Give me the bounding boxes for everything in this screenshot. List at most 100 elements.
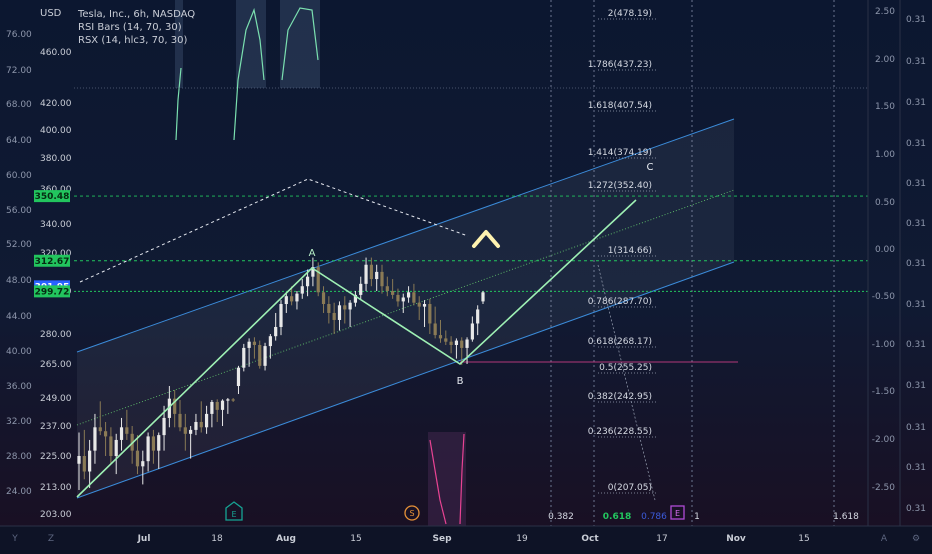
- oscillator-axis-tick: 2.00: [875, 55, 895, 65]
- time-axis-tick: Z: [48, 534, 54, 544]
- candle-body: [194, 421, 198, 430]
- candle-body: [444, 338, 448, 342]
- point-label-a: A: [309, 248, 316, 259]
- chart-root: 2(478.19) 1.786(437.23) 1.618(407.54) 1.414…: [0, 0, 932, 550]
- candle-body: [82, 456, 86, 472]
- fib-level-label: 1.272(352.40): [588, 181, 652, 191]
- candle-body: [77, 456, 81, 464]
- candle-body: [252, 341, 257, 345]
- time-fib-label: 1.618: [833, 512, 859, 522]
- price-axis-tick: 265.00: [40, 360, 72, 370]
- time-fib-label: 0.786: [641, 512, 667, 522]
- oscillator-axis-tick: -2.50: [872, 483, 896, 493]
- candle-body: [125, 427, 129, 434]
- fib-level-label: 0.618(268.17): [588, 337, 652, 347]
- oscillator-axis-tick: 0.31: [906, 300, 926, 310]
- axis-mode-gear: ⚙: [912, 534, 920, 544]
- oscillator-axis-tick: 0.31: [906, 139, 926, 149]
- earnings-marker-label: E: [231, 510, 236, 519]
- candle-body: [396, 294, 400, 302]
- price-axis-tick: 237.00: [40, 422, 72, 432]
- candle-body: [242, 347, 246, 368]
- candle-body: [220, 400, 225, 410]
- price-axis-tick: 460.00: [40, 48, 72, 58]
- oscillator-axis-tick: 0.31: [906, 57, 926, 67]
- candle-body: [284, 296, 288, 305]
- price-axis-tick: 225.00: [40, 452, 72, 462]
- candle-body: [135, 450, 140, 467]
- outer-axis-tick: 56.00: [6, 206, 32, 216]
- oscillator-axis-tick: 0.31: [906, 15, 926, 25]
- oscillator-axis-tick: 0.31: [906, 381, 926, 391]
- oscillator-axis-tick: 0.31: [906, 259, 926, 269]
- candle-body: [348, 302, 352, 310]
- time-axis-tick: Jul: [137, 534, 151, 544]
- candle-body: [380, 271, 384, 287]
- candle-body: [401, 297, 405, 302]
- outer-axis-tick: 64.00: [6, 136, 32, 146]
- candle-body: [109, 436, 113, 456]
- split-marker-label: S: [409, 509, 414, 518]
- candle-body: [391, 291, 395, 295]
- candle-body: [103, 431, 108, 437]
- point-label-c: C: [647, 162, 654, 173]
- oscillator-axis-tick: 1.50: [875, 102, 895, 112]
- oscillator-axis-tick: 2.50: [875, 7, 895, 17]
- outer-axis-tick: 68.00: [6, 100, 32, 110]
- time-axis-tick: 17: [656, 534, 667, 544]
- candle-body: [199, 421, 203, 428]
- axis-mode-a: A: [881, 534, 888, 544]
- candle-body: [305, 276, 310, 287]
- oscillator-axis-tick: 0.31: [906, 340, 926, 350]
- chart-legend: Tesla, Inc., 6h, NASDAQ RSI Bars (14, 70…: [78, 8, 195, 47]
- oscillator-axis-tick: 0.31: [906, 219, 926, 229]
- fib-level-label: 2(478.19): [608, 9, 652, 19]
- price-axis-tick: 420.00: [40, 99, 72, 109]
- fib-level-label: 0.5(255.25): [599, 363, 652, 373]
- candle-body: [279, 304, 283, 327]
- fib-level-label: 0(207.05): [608, 483, 652, 493]
- legend-rsx: RSX (14, hlc3, 70, 30): [78, 35, 188, 46]
- candle-body: [189, 429, 193, 434]
- candle-body: [406, 292, 411, 298]
- candle-body: [321, 292, 326, 305]
- price-chart: 2(478.19) 1.786(437.23) 1.618(407.54) 1.414…: [0, 0, 932, 550]
- outer-axis-tick: 40.00: [6, 347, 32, 357]
- candle-body: [369, 264, 373, 280]
- event-marker-label: E: [675, 509, 680, 518]
- candle-body: [290, 296, 294, 302]
- candle-body: [412, 292, 416, 303]
- price-axis-tick: 249.00: [40, 394, 72, 404]
- candle-body: [178, 413, 182, 428]
- oscillator-axis-tick: 0.00: [875, 245, 895, 255]
- candle-body: [247, 341, 251, 348]
- outer-axis-tick: 32.00: [6, 417, 32, 427]
- fib-level-label: 0.382(242.95): [588, 392, 652, 402]
- time-axis-tick: 19: [516, 534, 528, 544]
- oscillator-axis-tick: 0.50: [875, 198, 895, 208]
- candle-body: [146, 436, 150, 462]
- time-axis-tick: Oct: [581, 534, 599, 544]
- oscillator-axis-tick: -2.00: [872, 435, 896, 445]
- oscillator-axis-tick: 1.00: [875, 150, 895, 160]
- candle-body: [114, 439, 118, 456]
- candle-body: [481, 292, 485, 302]
- oscillator-axis-tick: 0.31: [906, 463, 926, 473]
- candle-body: [119, 427, 124, 440]
- candle-body: [162, 417, 166, 436]
- candle-body: [359, 283, 363, 295]
- candle-body: [295, 293, 299, 302]
- candle-body: [258, 344, 262, 366]
- outer-axis-tick: 36.00: [6, 382, 32, 392]
- time-axis-tick: 15: [798, 534, 809, 544]
- candle-body: [417, 302, 421, 307]
- price-axis-tick: 340.00: [40, 220, 72, 230]
- candle-body: [385, 286, 389, 291]
- candle-body: [300, 286, 304, 294]
- candle-body: [460, 340, 464, 348]
- fib-level-label: 1.786(437.23): [588, 60, 652, 70]
- candle-body: [183, 427, 187, 434]
- candle-body: [476, 309, 480, 324]
- fib-level-label: 0.786(287.70): [588, 297, 652, 307]
- outer-axis-tick: 52.00: [6, 240, 32, 250]
